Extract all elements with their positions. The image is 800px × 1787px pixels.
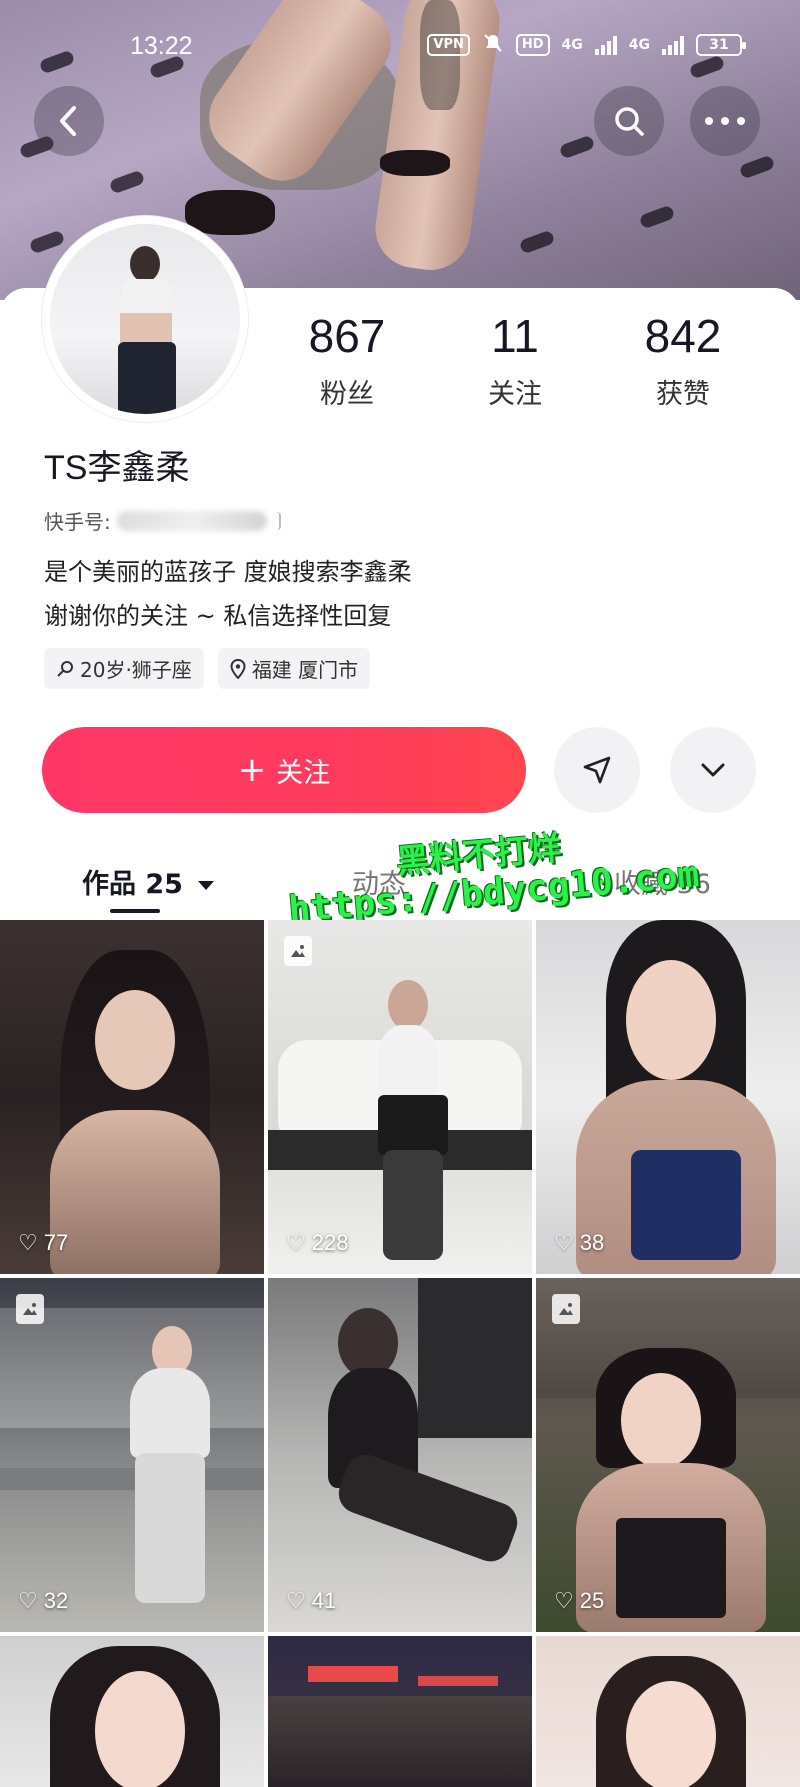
post-likes: ♡ 77 <box>18 1230 68 1256</box>
post-tile[interactable]: ♡ 25 <box>536 1278 800 1632</box>
post-like-count: 25 <box>579 1588 605 1613</box>
post-likes: ♡ 32 <box>18 1588 68 1614</box>
id-value-blurred <box>116 510 267 531</box>
expand-button[interactable] <box>670 727 756 813</box>
follow-button-label: 关注 <box>276 757 331 789</box>
search-button[interactable] <box>594 86 664 156</box>
kuaishou-id[interactable]: 快手号: <box>44 506 281 535</box>
post-tile[interactable] <box>536 1636 800 1787</box>
mute-icon <box>482 32 504 58</box>
post-tile[interactable]: ♡ 32 <box>0 1278 264 1632</box>
bio-line-1: 是个美丽的蓝孩子 度娘搜索李鑫柔 <box>44 558 412 586</box>
status-time: 13:22 <box>130 32 193 60</box>
likes-stat[interactable]: 842 获赞 <box>608 310 758 411</box>
post-likes: ♡ 228 <box>286 1230 348 1256</box>
post-tile[interactable]: ♡ 77 <box>0 920 264 1274</box>
following-count: 11 <box>491 310 539 362</box>
followers-stat[interactable]: 867 粉丝 <box>272 310 422 411</box>
signal-icon <box>594 35 617 55</box>
more-button[interactable] <box>690 86 760 156</box>
heart-icon: ♡ <box>18 1230 38 1255</box>
back-button[interactable] <box>34 86 104 156</box>
post-likes: ♡ 38 <box>554 1230 604 1256</box>
followers-label: 粉丝 <box>320 379 374 410</box>
id-label: 快手号: <box>44 510 111 534</box>
post-like-count: 41 <box>311 1588 337 1613</box>
post-tile[interactable]: ♡ 38 <box>536 920 800 1274</box>
location-tag: 福建 厦门市 <box>217 648 371 689</box>
avatar[interactable] <box>42 216 248 422</box>
following-stat[interactable]: 11 关注 <box>440 310 590 411</box>
post-tile[interactable] <box>0 1636 264 1787</box>
more-dots-icon <box>705 117 745 125</box>
username: TS李鑫柔 <box>44 449 190 487</box>
post-tile[interactable]: ♡ 228 <box>268 920 532 1274</box>
post-likes: ♡ 41 <box>286 1588 336 1614</box>
age-tag: 20岁·狮子座 <box>44 648 204 689</box>
heart-icon: ♡ <box>554 1230 574 1255</box>
following-label: 关注 <box>488 379 542 410</box>
copy-icon <box>273 511 281 530</box>
post-like-count: 38 <box>579 1230 605 1255</box>
location-pin-icon <box>230 658 246 679</box>
post-like-count: 32 <box>43 1588 69 1613</box>
tab-works[interactable]: 作品 25 <box>82 862 215 901</box>
chevron-down-icon <box>701 763 725 777</box>
likes-label: 获赞 <box>656 379 710 410</box>
caret-down-icon <box>198 881 215 890</box>
status-bar: 13:22 VPN HD 4G 4G 31 <box>0 22 800 72</box>
active-tab-indicator <box>110 909 160 913</box>
network-type-2: 4G <box>628 37 650 53</box>
chevron-left-icon <box>60 106 76 136</box>
battery-indicator: 31 <box>696 34 746 56</box>
heart-icon: ♡ <box>286 1588 306 1613</box>
heart-icon: ♡ <box>18 1588 38 1613</box>
followers-count: 867 <box>308 310 386 362</box>
tab-works-label: 作品 25 <box>82 869 183 900</box>
search-icon <box>615 107 644 136</box>
bio-line-2: 谢谢你的关注 ~ 私信选择性回复 <box>44 602 392 630</box>
post-likes: ♡ 25 <box>554 1588 604 1614</box>
image-post-badge-icon <box>16 1294 44 1324</box>
avatar-photo <box>50 224 240 414</box>
age-tag-text: 20岁·狮子座 <box>80 658 192 682</box>
location-tag-text: 福建 厦门市 <box>251 658 359 682</box>
profile-tags: 20岁·狮子座 福建 厦门市 <box>44 648 371 689</box>
follow-button[interactable]: + 关注 <box>42 727 526 813</box>
bio: 是个美丽的蓝孩子 度娘搜索李鑫柔 谢谢你的关注 ~ 私信选择性回复 <box>44 550 412 638</box>
image-post-badge-icon <box>284 936 312 966</box>
send-icon <box>583 756 611 784</box>
heart-icon: ♡ <box>554 1588 574 1613</box>
signal-icon-2 <box>662 35 684 55</box>
hd-indicator: HD <box>515 34 550 56</box>
post-like-count: 77 <box>43 1230 69 1255</box>
likes-count: 842 <box>644 310 722 362</box>
network-type-1: 4G <box>561 37 583 53</box>
heart-icon: ♡ <box>286 1230 306 1255</box>
message-button[interactable] <box>554 727 640 813</box>
image-post-badge-icon <box>552 1294 580 1324</box>
gender-icon <box>57 660 73 677</box>
post-like-count: 228 <box>311 1230 349 1255</box>
plus-icon: + <box>237 750 267 790</box>
post-tile[interactable]: ♡ 41 <box>268 1278 532 1632</box>
post-tile[interactable] <box>268 1636 532 1787</box>
vpn-indicator: VPN <box>427 34 470 56</box>
